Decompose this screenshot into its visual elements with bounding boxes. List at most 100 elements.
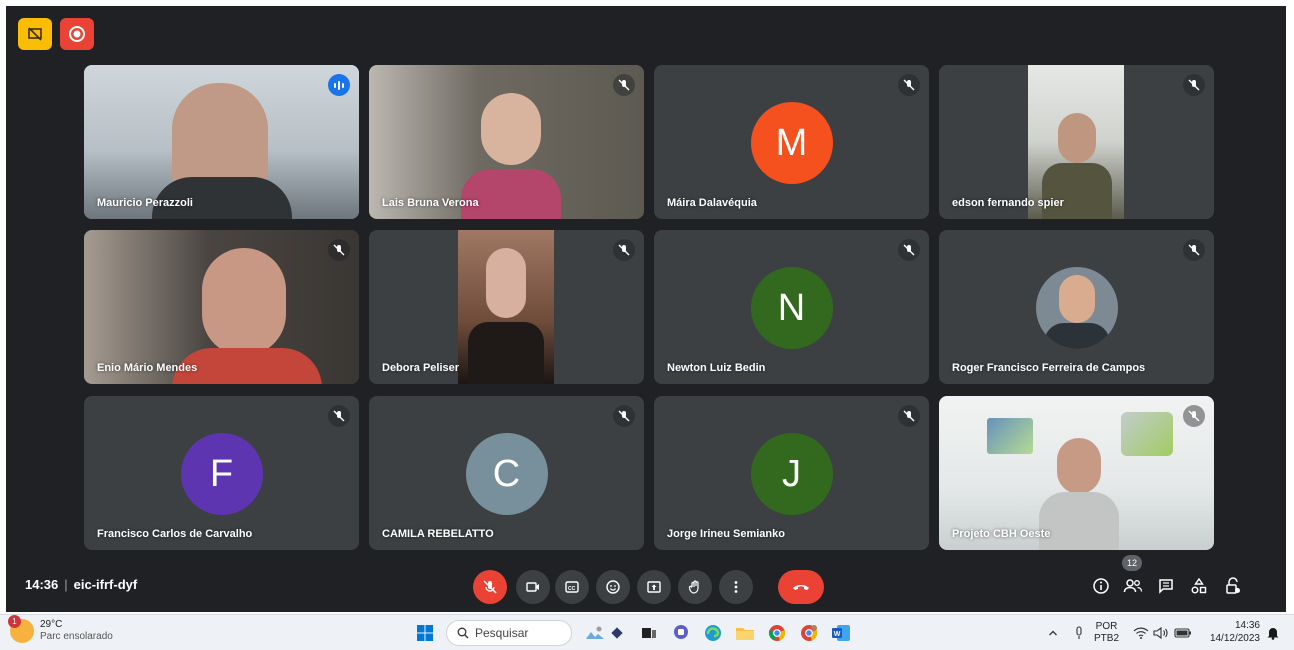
- participant-name: Newton Luiz Bedin: [667, 362, 766, 374]
- participant-name: CAMILA REBELATTO: [382, 528, 494, 540]
- raise-hand-button[interactable]: [678, 570, 712, 604]
- participant-tile[interactable]: M Máira Dalavéquia: [654, 65, 929, 219]
- host-controls-button[interactable]: [1218, 571, 1248, 601]
- participant-tile[interactable]: Lais Bruna Verona: [369, 65, 644, 219]
- camera-toggle-button[interactable]: [516, 570, 550, 604]
- emoji-icon: [606, 580, 620, 594]
- mic-toggle-button[interactable]: [473, 570, 507, 604]
- participant-tile[interactable]: F Francisco Carlos de Carvalho: [84, 396, 359, 550]
- mic-off-icon: [483, 580, 497, 594]
- widgets-app[interactable]: [584, 622, 606, 644]
- muted-icon: [613, 405, 635, 427]
- speaker-icon: [1153, 626, 1168, 640]
- muted-icon: [613, 239, 635, 261]
- participant-tile[interactable]: Mauricio Perazzoli: [84, 65, 359, 219]
- start-button[interactable]: [414, 622, 436, 644]
- meeting-details-button[interactable]: [1086, 571, 1116, 601]
- muted-icon: [898, 74, 920, 96]
- participant-tile[interactable]: Projeto CBH Oeste: [939, 396, 1214, 550]
- volume-tray[interactable]: [1150, 622, 1172, 644]
- weather-condition: Parc ensolarado: [40, 631, 113, 642]
- microphone-icon: [1076, 626, 1082, 639]
- task-view-icon: [642, 628, 656, 638]
- muted-icon: [898, 239, 920, 261]
- file-explorer-app[interactable]: [734, 622, 756, 644]
- svg-text:CC: CC: [568, 586, 576, 592]
- input-language[interactable]: POR PTB2: [1094, 621, 1119, 645]
- hang-up-icon: [793, 585, 809, 590]
- more-options-icon: [734, 581, 738, 593]
- bell-icon: [1267, 628, 1279, 640]
- chrome-profile-app[interactable]: [798, 622, 820, 644]
- muted-icon: [1183, 405, 1205, 427]
- meet-window: Mauricio Perazzoli Lais Bruna Verona M M…: [6, 6, 1286, 612]
- participant-name: Mauricio Perazzoli: [97, 197, 193, 209]
- weather-temp: 29°C: [40, 619, 63, 630]
- captions-icon: CC: [565, 581, 579, 593]
- network-tray[interactable]: [1130, 622, 1152, 644]
- captions-button[interactable]: CC: [555, 570, 589, 604]
- participant-tile[interactable]: Roger Francisco Ferreira de Campos: [939, 230, 1214, 384]
- more-options-button[interactable]: [719, 570, 753, 604]
- battery-tray[interactable]: [1172, 622, 1194, 644]
- present-button[interactable]: [637, 570, 671, 604]
- chat-icon: [1159, 579, 1173, 594]
- reactions-button[interactable]: [596, 570, 630, 604]
- participant-tile[interactable]: Debora Peliser: [369, 230, 644, 384]
- leave-call-button[interactable]: [778, 570, 824, 604]
- satellite-app[interactable]: [606, 622, 628, 644]
- recording-badge[interactable]: [60, 18, 94, 50]
- weather-sun-icon: 1: [8, 615, 34, 643]
- camera-icon: [526, 582, 539, 592]
- participant-tile[interactable]: C CAMILA REBELATTO: [369, 396, 644, 550]
- present-icon: [647, 581, 661, 593]
- muted-icon: [1183, 239, 1205, 261]
- microphone-tray[interactable]: [1068, 622, 1090, 644]
- participant-name: Máira Dalavéquia: [667, 197, 757, 209]
- windows-icon: [417, 625, 433, 641]
- search-icon: [457, 627, 469, 639]
- no-presentation-badge[interactable]: [18, 18, 52, 50]
- chat-button[interactable]: [1151, 571, 1181, 601]
- participant-name: Jorge Irineu Semianko: [667, 528, 785, 540]
- chrome-icon: [768, 625, 786, 641]
- meet-app[interactable]: [670, 622, 692, 644]
- participant-video: [1028, 65, 1124, 219]
- search-placeholder: Pesquisar: [475, 626, 529, 640]
- participant-video: [84, 65, 359, 219]
- taskbar-search[interactable]: Pesquisar: [446, 620, 572, 646]
- edge-app[interactable]: [702, 622, 724, 644]
- participant-tile[interactable]: J Jorge Irineu Semianko: [654, 396, 929, 550]
- notifications-button[interactable]: [1262, 622, 1284, 644]
- people-button[interactable]: [1118, 571, 1148, 601]
- participant-video: [84, 230, 359, 384]
- show-hidden-icons-button[interactable]: [1042, 622, 1064, 644]
- participant-tile[interactable]: N Newton Luiz Bedin: [654, 230, 929, 384]
- participant-tile[interactable]: Enio Mário Mendes: [84, 230, 359, 384]
- participant-name: Debora Peliser: [382, 362, 460, 374]
- participant-name: Francisco Carlos de Carvalho: [97, 528, 253, 540]
- speaking-indicator-icon: [328, 74, 350, 96]
- raise-hand-icon: [688, 580, 699, 594]
- clock[interactable]: 14:36 14/12/2023: [1200, 619, 1260, 645]
- participant-tile[interactable]: edson fernando spier: [939, 65, 1214, 219]
- edge-icon: [705, 625, 721, 641]
- no-presentation-icon: [28, 27, 42, 41]
- participant-avatar: F: [180, 433, 263, 515]
- weather-widget[interactable]: 1 29°C Parc ensolarado: [8, 615, 113, 643]
- clock-date: 14/12/2023: [1209, 633, 1260, 644]
- slide-logo-graphic: [987, 418, 1033, 454]
- word-app[interactable]: W: [830, 622, 852, 644]
- wifi-icon: [1133, 627, 1149, 639]
- meeting-time: 14:36: [25, 577, 59, 592]
- chrome-app[interactable]: [766, 622, 788, 644]
- task-view-app[interactable]: [638, 622, 660, 644]
- participant-avatar: J: [750, 433, 833, 515]
- muted-icon: [898, 405, 920, 427]
- muted-icon: [328, 239, 350, 261]
- record-icon: [69, 26, 85, 42]
- clock-time: 14:36: [1234, 620, 1260, 631]
- participant-name: Projeto CBH Oeste: [952, 528, 1051, 540]
- activities-button[interactable]: [1184, 571, 1214, 601]
- taskbar: 1 29°C Parc ensolarado Pesquisar W POR P…: [0, 614, 1294, 650]
